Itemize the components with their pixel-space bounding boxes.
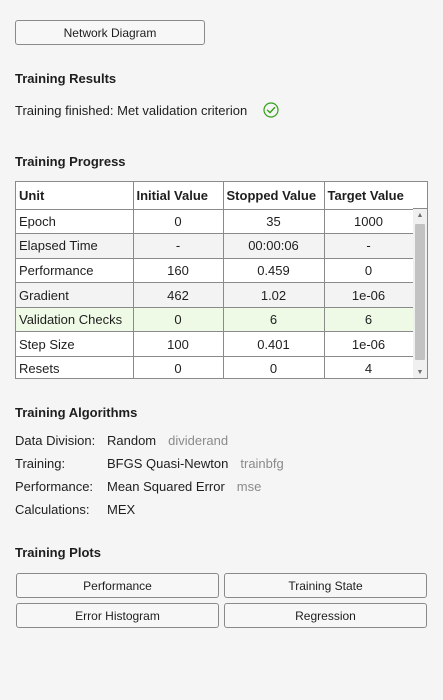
cell-target: - xyxy=(324,233,414,259)
cell-initial: 0 xyxy=(133,209,224,235)
checkmark-circle-icon xyxy=(263,102,279,118)
training-progress-table: Unit Initial Value Stopped Value Target … xyxy=(15,181,428,379)
table-scrollbar[interactable]: ▲ ▼ xyxy=(413,209,427,378)
algorithm-value: Mean Squared Error xyxy=(107,479,225,494)
table-row: Step Size 100 0.401 1e-06 xyxy=(16,331,414,358)
algorithm-function: trainbfg xyxy=(240,456,284,471)
cell-target: 0 xyxy=(324,258,414,284)
table-row: Epoch 0 35 1000 xyxy=(16,209,414,235)
header-scroll-corner xyxy=(413,182,427,209)
performance-plot-button[interactable]: Performance xyxy=(16,573,219,598)
cell-stopped: 35 xyxy=(223,209,325,235)
cell-target: 6 xyxy=(324,307,414,333)
table-row-highlighted: Validation Checks 0 6 6 xyxy=(16,307,414,333)
cell-unit: Performance xyxy=(16,258,134,284)
algorithm-value: Random xyxy=(107,433,157,448)
cell-stopped: 00:00:06 xyxy=(223,233,325,259)
cell-unit: Gradient xyxy=(16,282,134,308)
cell-unit: Elapsed Time xyxy=(16,233,134,259)
table-header-row: Unit Initial Value Stopped Value Target … xyxy=(16,182,414,210)
cell-stopped: 0.459 xyxy=(223,258,325,284)
cell-stopped: 0 xyxy=(223,356,325,378)
cell-unit: Resets xyxy=(16,356,134,378)
cell-initial: 160 xyxy=(133,258,224,284)
cell-target: 1e-06 xyxy=(324,331,414,358)
cell-initial: 100 xyxy=(133,331,224,358)
training-progress-heading: Training Progress xyxy=(15,154,126,169)
algorithm-row-calculations: Calculations: MEX xyxy=(15,502,147,517)
column-header-initial: Initial Value xyxy=(133,182,224,210)
cell-unit: Validation Checks xyxy=(16,307,134,333)
cell-initial: - xyxy=(133,233,224,259)
algorithm-value: MEX xyxy=(107,502,136,517)
algorithm-value: BFGS Quasi-Newton xyxy=(107,456,229,471)
training-status-text: Training finished: Met validation criter… xyxy=(15,103,248,118)
table-row: Elapsed Time - 00:00:06 - xyxy=(16,233,414,259)
training-algorithms-heading: Training Algorithms xyxy=(15,405,138,420)
cell-target: 1000 xyxy=(324,209,414,235)
column-header-target: Target Value xyxy=(324,182,414,210)
column-header-unit: Unit xyxy=(16,182,134,210)
scroll-thumb[interactable] xyxy=(415,224,425,360)
training-results-heading: Training Results xyxy=(15,71,117,86)
algorithm-function: dividerand xyxy=(168,433,229,448)
table-row: Performance 160 0.459 0 xyxy=(16,258,414,284)
network-diagram-button[interactable]: Network Diagram xyxy=(15,20,205,45)
regression-plot-button[interactable]: Regression xyxy=(224,603,427,628)
cell-initial: 0 xyxy=(133,307,224,333)
cell-initial: 0 xyxy=(133,356,224,378)
cell-initial: 462 xyxy=(133,282,224,308)
training-state-plot-button[interactable]: Training State xyxy=(224,573,427,598)
algorithm-row-performance: Performance: Mean Squared Error mse xyxy=(15,479,261,494)
scroll-down-arrow-icon[interactable]: ▼ xyxy=(413,366,427,378)
training-status: Training finished: Met validation criter… xyxy=(15,103,247,118)
cell-unit: Step Size xyxy=(16,331,134,358)
error-histogram-plot-button[interactable]: Error Histogram xyxy=(16,603,219,628)
cell-target: 4 xyxy=(324,356,414,378)
column-header-stopped: Stopped Value xyxy=(223,182,325,210)
algorithm-label: Calculations: xyxy=(15,502,90,517)
algorithm-label: Performance: xyxy=(15,479,94,494)
table-row: Resets 0 0 4 xyxy=(16,356,414,378)
cell-stopped: 1.02 xyxy=(223,282,325,308)
algorithm-row-data-division: Data Division: Random dividerand xyxy=(15,433,228,448)
cell-target: 1e-06 xyxy=(324,282,414,308)
scroll-up-arrow-icon[interactable]: ▲ xyxy=(413,209,427,221)
algorithm-function: mse xyxy=(236,479,262,494)
cell-stopped: 6 xyxy=(223,307,325,333)
table-row: Gradient 462 1.02 1e-06 xyxy=(16,282,414,308)
algorithm-row-training: Training: BFGS Quasi-Newton trainbfg xyxy=(15,456,284,471)
cell-unit: Epoch xyxy=(16,209,134,235)
cell-stopped: 0.401 xyxy=(223,331,325,358)
training-plots-heading: Training Plots xyxy=(15,545,101,560)
algorithm-label: Training: xyxy=(15,456,66,471)
algorithm-label: Data Division: xyxy=(15,433,96,448)
